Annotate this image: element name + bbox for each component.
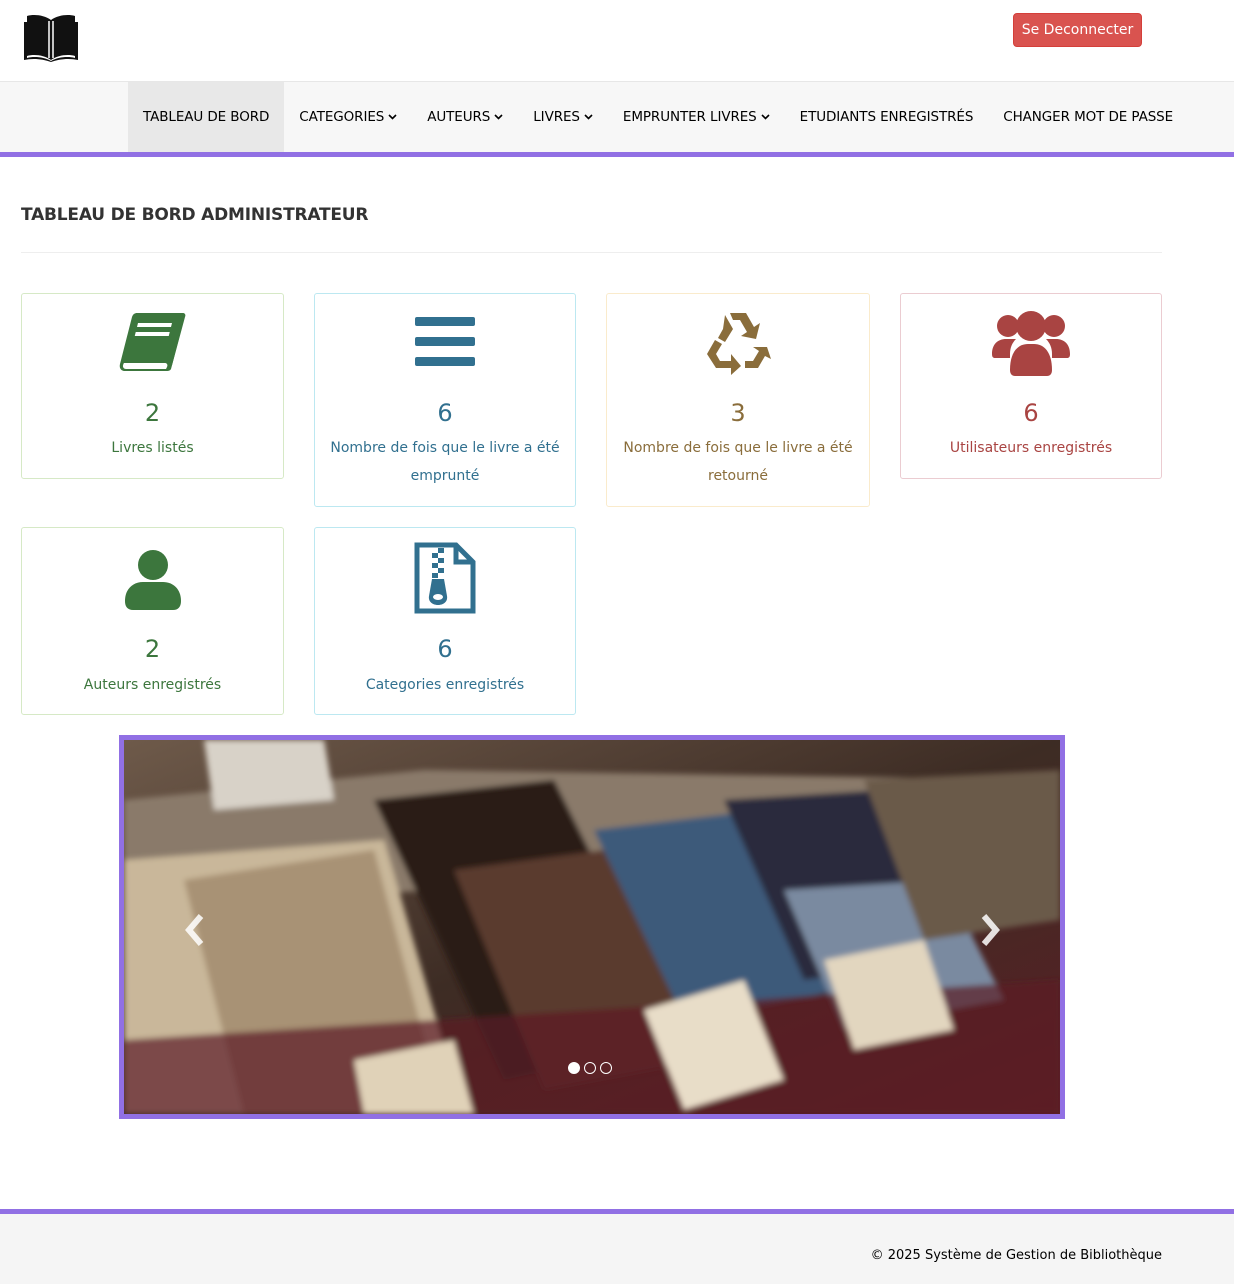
users-icon	[901, 306, 1161, 378]
nav-item-books[interactable]: LIVRES	[518, 82, 608, 152]
recycle-icon	[607, 306, 869, 378]
nav-item-label: LIVRES	[533, 109, 580, 125]
stat-card-authors[interactable]: 2 Auteurs enregistrés	[21, 527, 284, 715]
copyright-text: © 2025 Système de Gestion de Bibliothèqu…	[870, 1248, 1162, 1263]
stat-label: Livres listés	[111, 440, 194, 456]
page-title: TABLEAU DE BORD ADMINISTRATEUR	[21, 205, 369, 225]
stat-label: Nombre de fois que le livre a été emprun…	[330, 440, 560, 484]
open-book-icon[interactable]	[24, 12, 78, 62]
stat-count: 6	[437, 635, 453, 663]
stat-count: 3	[730, 399, 746, 427]
carousel-next-icon[interactable]	[976, 910, 1006, 950]
nav-item-label: TABLEAU DE BORD	[143, 109, 270, 125]
file-archive-icon	[315, 542, 575, 614]
nav-item-label: EMPRUNTER LIVRES	[622, 109, 757, 125]
stat-label: Auteurs enregistrés	[83, 677, 222, 693]
stat-card-returned[interactable]: 3 Nombre de fois que le livre a été reto…	[606, 293, 870, 507]
stat-card-books[interactable]: 2 Livres listés	[21, 293, 284, 479]
main-navbar: TABLEAU DE BORD CATEGORIES AUTEURS LIVRE…	[0, 82, 1234, 157]
logout-button[interactable]: Se Deconnecter	[1013, 13, 1142, 47]
nav-item-authors[interactable]: AUTEURS	[412, 82, 518, 152]
nav-item-label: AUTEURS	[427, 109, 491, 125]
stat-count: 6	[437, 399, 453, 427]
stat-count: 6	[1023, 399, 1039, 427]
stat-card-borrowed[interactable]: 6 Nombre de fois que le livre a été empr…	[314, 293, 576, 507]
stat-count: 2	[144, 399, 161, 427]
stat-count: 2	[144, 635, 161, 663]
carousel-indicator[interactable]	[600, 1062, 612, 1074]
stat-label: Utilisateurs enregistrés	[949, 440, 1113, 456]
chevron-down-icon	[584, 114, 593, 120]
stat-card-users[interactable]: 6 Utilisateurs enregistrés	[900, 293, 1162, 479]
divider	[21, 252, 1162, 253]
chevron-down-icon	[388, 114, 397, 120]
carousel-slide-image	[124, 740, 1060, 1114]
nav-item-label: CHANGER MOT DE PASSE	[1003, 109, 1174, 125]
carousel-indicator[interactable]	[568, 1062, 580, 1074]
bars-icon	[315, 306, 575, 378]
stat-label: Categories enregistrés	[365, 677, 525, 693]
stat-card-categories[interactable]: 6 Categories enregistrés	[314, 527, 576, 715]
carousel-indicator[interactable]	[584, 1062, 596, 1074]
nav-item-categories[interactable]: CATEGORIES	[284, 82, 412, 152]
nav-item-label: CATEGORIES	[299, 109, 385, 125]
footer: © 2025 Système de Gestion de Bibliothèqu…	[0, 1209, 1234, 1284]
header: Se Deconnecter	[0, 0, 1234, 82]
user-icon	[22, 544, 283, 616]
book-icon	[22, 306, 283, 378]
nav-item-students[interactable]: ETUDIANTS ENREGISTRÉS	[785, 82, 989, 152]
nav-item-change-password[interactable]: CHANGER MOT DE PASSE	[988, 82, 1188, 152]
chevron-down-icon	[494, 114, 503, 120]
image-carousel[interactable]	[119, 735, 1065, 1119]
carousel-indicators	[568, 1062, 612, 1074]
nav-item-label: ETUDIANTS ENREGISTRÉS	[799, 109, 974, 125]
nav-item-dashboard[interactable]: TABLEAU DE BORD	[128, 82, 285, 152]
carousel-prev-icon[interactable]	[179, 910, 209, 950]
stat-label: Nombre de fois que le livre a été retour…	[623, 440, 853, 484]
chevron-down-icon	[761, 114, 770, 120]
nav-item-borrow-books[interactable]: EMPRUNTER LIVRES	[608, 82, 785, 152]
